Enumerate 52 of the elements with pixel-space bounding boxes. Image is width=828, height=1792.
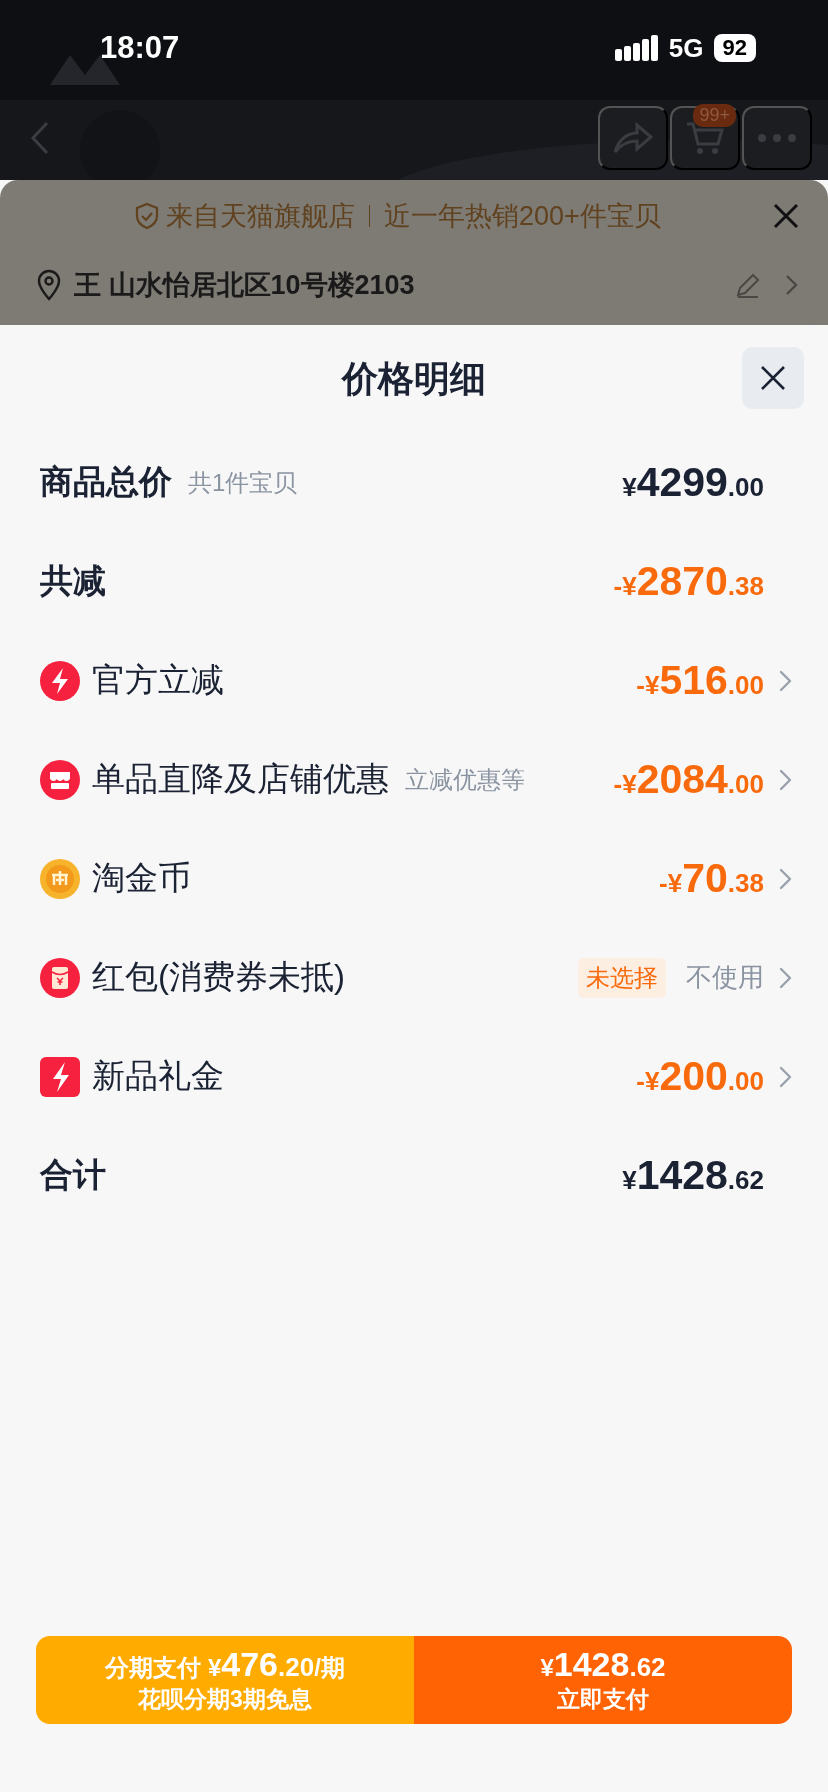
row-label: 官方立减: [92, 660, 224, 700]
envelope-icon: [40, 957, 80, 998]
close-button[interactable]: [742, 347, 804, 409]
status-tag: 未选择: [578, 957, 666, 998]
address-text: 王 山水怡居北区10号楼2103: [74, 269, 415, 302]
share-icon: [611, 120, 655, 156]
row-label: 单品直降及店铺优惠: [92, 759, 389, 799]
row-label: 共减: [40, 561, 106, 601]
row-label: 新品礼金: [92, 1056, 224, 1096]
discount-amount: -¥516.00: [636, 657, 764, 704]
chevron-icon: [778, 1064, 792, 1089]
status-time: 18:07: [100, 30, 180, 66]
gift-tag-icon: [40, 1056, 80, 1097]
more-button[interactable]: [742, 106, 812, 170]
store-source: 来自天猫旗舰店: [166, 200, 355, 233]
chevron-icon: [778, 767, 792, 792]
cart-icon: [685, 120, 725, 156]
row-label: 商品总价: [40, 462, 172, 502]
signal-icon: [614, 35, 659, 61]
network-label: 5G: [668, 32, 704, 64]
chevron-icon: [778, 866, 792, 891]
store-icon: [40, 759, 80, 800]
row-note: 立减优惠等: [405, 764, 525, 795]
row-label: 合计: [40, 1155, 106, 1195]
installment-button[interactable]: 分期支付 ¥476.20/期 花呗分期3期免息: [36, 1636, 414, 1724]
discount-amount: -¥2084.00: [613, 756, 764, 803]
subtotal-price: ¥4299.00: [622, 459, 764, 506]
chevron-icon[interactable]: [784, 273, 798, 297]
chevron-icon: [778, 965, 792, 990]
chevron-icon: [778, 668, 792, 693]
sheet-title: 价格明细: [342, 356, 486, 401]
more-icon: [757, 133, 797, 143]
close-icon: [759, 364, 787, 392]
row-label: 淘金币: [92, 858, 191, 898]
share-button[interactable]: [598, 106, 668, 170]
row-label: 红包(消费券未抵): [92, 957, 345, 997]
option-value: 不使用: [686, 961, 764, 994]
back-icon[interactable]: [30, 120, 50, 156]
discount-total: -¥2870.38: [613, 558, 764, 605]
sales-info: 近一年热销200+件宝贝: [384, 200, 661, 233]
close-icon[interactable]: [772, 202, 800, 230]
edit-icon[interactable]: [734, 271, 762, 299]
battery-level: 92: [713, 34, 756, 62]
location-pin-icon: [36, 269, 62, 301]
pay-now-button[interactable]: ¥1428.62 立即支付: [414, 1636, 792, 1724]
discount-amount: -¥70.38: [659, 855, 764, 902]
discount-amount: -¥200.00: [636, 1053, 764, 1100]
total-price: ¥1428.62: [622, 1152, 764, 1199]
shield-icon: [134, 202, 160, 230]
coin-icon: [40, 858, 80, 899]
lightning-icon: [40, 660, 80, 701]
row-note: 共1件宝贝: [188, 467, 298, 498]
